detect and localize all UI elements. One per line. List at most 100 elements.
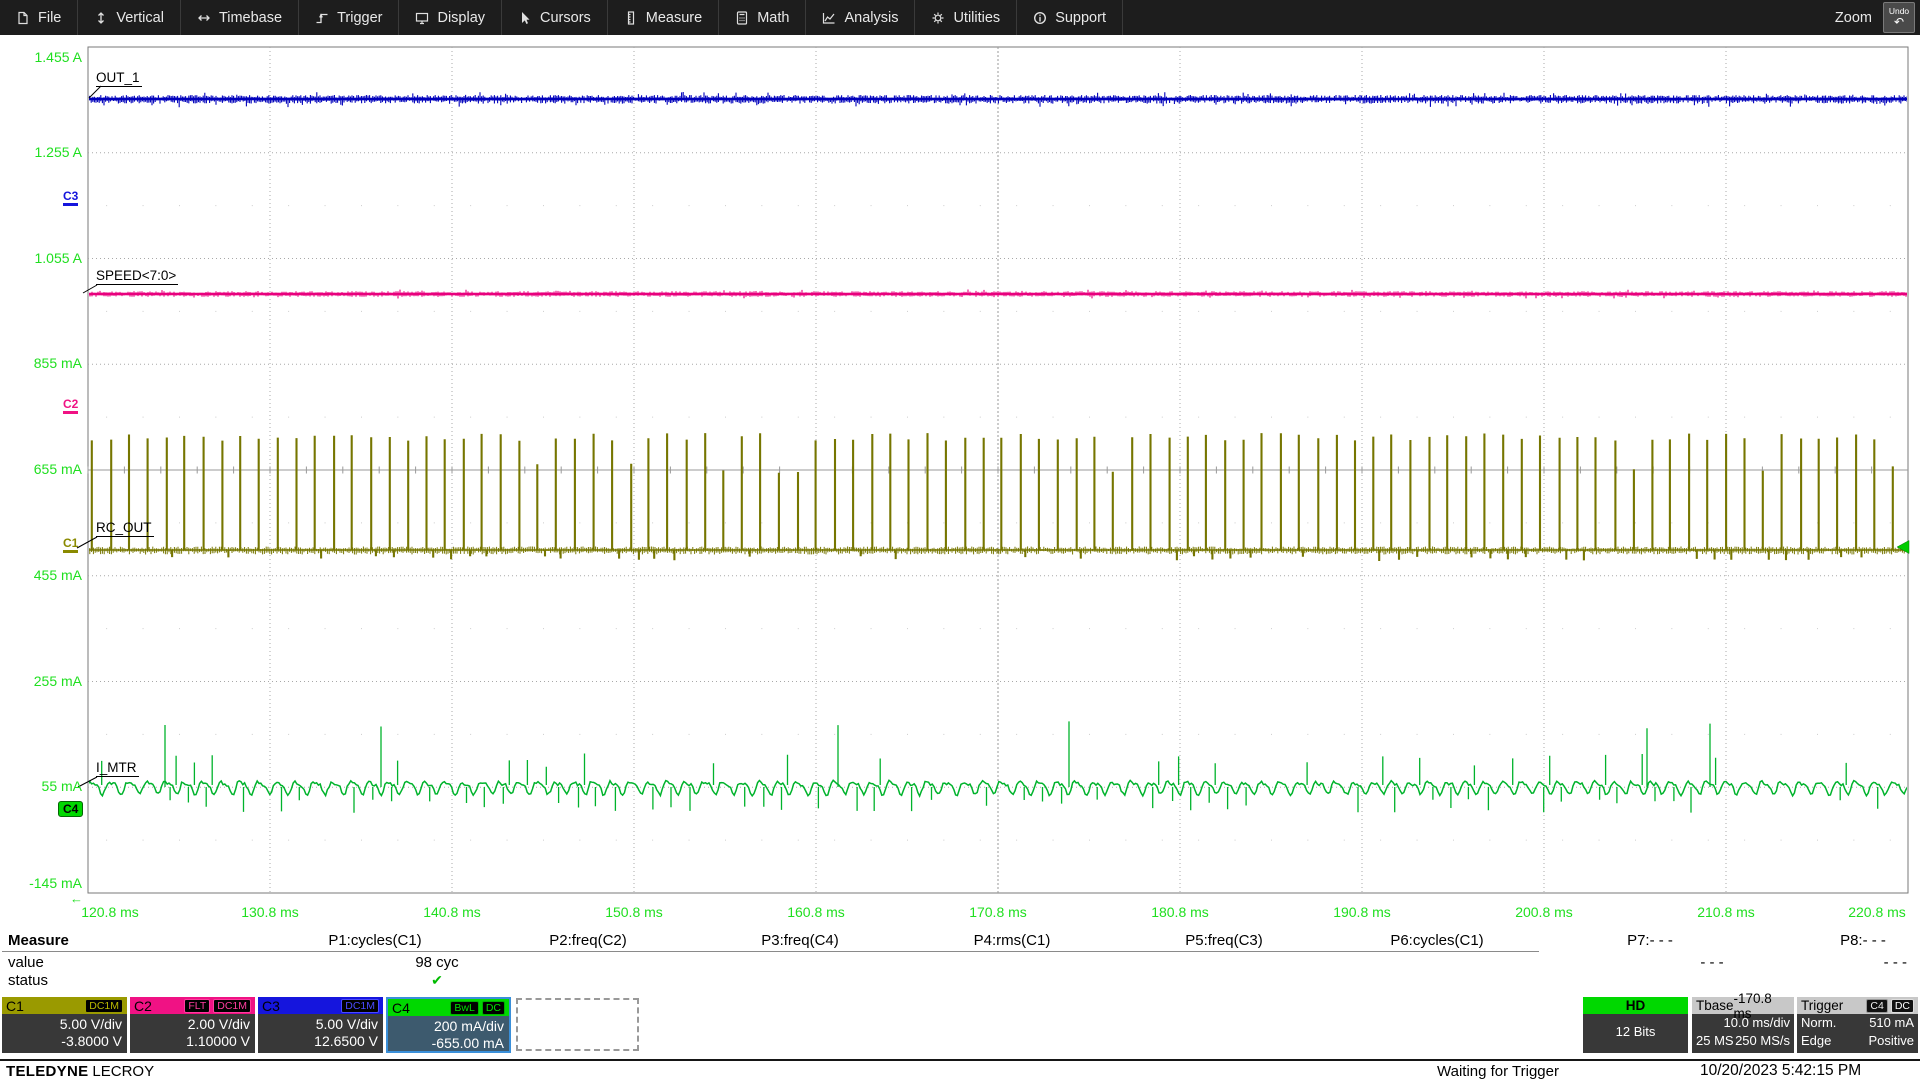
y-axis-label: 455 mA	[33, 567, 82, 583]
channel-marker-c4[interactable]: C4	[58, 801, 84, 817]
menu-item-trigger[interactable]: Trigger	[299, 0, 400, 35]
measure-p7-header[interactable]: P7:- - -	[1565, 932, 1735, 949]
c2-header: C2 FLT DC1M	[130, 997, 255, 1014]
y-axis-label: 55 mA	[41, 778, 82, 794]
c3-header: C3 DC1M	[258, 997, 383, 1014]
x-axis-label: 160.8 ms	[787, 904, 845, 920]
c2-filter-badge: FLT	[184, 998, 211, 1013]
timebase-title: Tbase	[1696, 998, 1734, 1013]
undo-arrow-icon: ↶	[1893, 15, 1905, 29]
menu-item-utilities[interactable]: Utilities	[915, 0, 1018, 35]
c2-coupling-badge: DC1M	[213, 998, 251, 1013]
measure-p4-header[interactable]: P4:rms(C1)	[927, 932, 1097, 949]
graticule-and-traces	[76, 46, 1910, 894]
calculator-icon	[737, 10, 748, 25]
measure-p1-header[interactable]: P1:cycles(C1)	[290, 932, 460, 949]
timebase-rate: 250 MS/s	[1735, 1033, 1790, 1048]
measure-p6-header[interactable]: P6:cycles(C1)	[1352, 932, 1522, 949]
x-axis-label: 190.8 ms	[1333, 904, 1391, 920]
menu-item-label: Math	[757, 9, 790, 26]
x-axis-label: 180.8 ms	[1151, 904, 1209, 920]
trace-label-speed: SPEED<7:0>	[96, 268, 179, 285]
empty-descriptor-slot[interactable]	[516, 998, 639, 1051]
y-axis-label: 855 mA	[33, 355, 82, 371]
menu-item-label: Trigger	[337, 9, 383, 26]
trend-chart-icon	[823, 12, 835, 24]
c4-offset: -655.00 mA	[431, 1035, 504, 1051]
trigger-edge-icon	[316, 12, 328, 23]
channel-descriptor-c1[interactable]: C1 DC1M 5.00 V/div -3.8000 V	[2, 997, 127, 1053]
x-axis-label: 140.8 ms	[423, 904, 481, 920]
menu-item-analysis[interactable]: Analysis	[806, 0, 916, 35]
channel-marker-c2[interactable]: C2	[63, 398, 78, 414]
measure-p8-value: - - -	[1883, 954, 1907, 971]
menu-item-label: Vertical	[116, 9, 164, 26]
c1-scale: 5.00 V/div	[59, 1016, 122, 1032]
measure-status-row-label: status	[8, 972, 49, 989]
c4-coupling-badge: DC	[481, 1000, 505, 1015]
monitor-icon	[416, 12, 429, 24]
undo-button[interactable]: Undo ↶	[1883, 2, 1915, 33]
trace-label-out1: OUT_1	[96, 70, 142, 87]
menu-item-label: File	[38, 9, 62, 26]
menu-item-timebase[interactable]: Timebase	[181, 0, 300, 35]
measure-p2-header[interactable]: P2:freq(C2)	[503, 932, 673, 949]
brand-logo: TELEDYNE LECROY	[6, 1063, 155, 1080]
c1-header: C1 DC1M	[2, 997, 127, 1014]
y-axis-label: 255 mA	[33, 673, 82, 689]
menu-item-support[interactable]: Support	[1017, 0, 1123, 35]
trace-label-rcout: RC_OUT	[96, 520, 154, 537]
channel-descriptor-c4[interactable]: C4 BwL DC 200 mA/div -655.00 mA	[386, 997, 511, 1053]
c4-bandwidth-badge: BwL	[450, 1000, 479, 1015]
menu-item-label: Support	[1055, 9, 1106, 26]
measure-p1-value: 98 cyc	[415, 954, 459, 971]
measure-p5-header[interactable]: P5:freq(C3)	[1139, 932, 1309, 949]
c2-offset: 1.10000 V	[186, 1033, 250, 1049]
c3-coupling-badge: DC1M	[341, 998, 379, 1013]
measure-p3-header[interactable]: P3:freq(C4)	[715, 932, 885, 949]
c4-header: C4 BwL DC	[388, 999, 509, 1016]
measure-p7-value: - - -	[1700, 954, 1724, 971]
x-axis-label: 170.8 ms	[969, 904, 1027, 920]
menu-item-label: Timebase	[218, 9, 283, 26]
y-axis-label: 655 mA	[33, 461, 82, 477]
x-axis-label: 210.8 ms	[1697, 904, 1755, 920]
waveform-display: 1.455 A 1.255 A 1.055 A 855 mA 655 mA 45…	[0, 35, 1920, 930]
c2-scale: 2.00 V/div	[187, 1016, 250, 1032]
channel-descriptor-c2[interactable]: C2 FLT DC1M 2.00 V/div 1.10000 V	[130, 997, 255, 1053]
menu-item-math[interactable]: Math	[719, 0, 807, 35]
horizontal-arrows-icon	[198, 14, 210, 21]
menu-item-display[interactable]: Display	[399, 0, 503, 35]
menu-item-file[interactable]: File	[0, 0, 79, 35]
channel-marker-c3[interactable]: C3	[63, 190, 78, 206]
measure-p8-header[interactable]: P8:- - -	[1778, 932, 1920, 949]
menu-item-vertical[interactable]: Vertical	[78, 0, 181, 35]
acquisition-status: Waiting for Trigger	[1437, 1063, 1559, 1080]
menu-item-label: Measure	[645, 9, 703, 26]
hd-header: HD	[1583, 997, 1688, 1014]
channel-marker-c1[interactable]: C1	[63, 537, 78, 553]
hd-resolution: 12 Bits	[1615, 1024, 1656, 1039]
cursor-pointer-icon	[522, 11, 530, 24]
gear-icon	[932, 12, 944, 23]
x-axis-label: 120.8 ms	[81, 904, 139, 920]
timebase-box[interactable]: Tbase -170.8 ms 10.0 ms/div 25 MS 250 MS…	[1692, 991, 1794, 1053]
trigger-level: 510 mA	[1869, 1015, 1914, 1030]
c1-offset: -3.8000 V	[61, 1033, 122, 1049]
menu-item-label: Cursors	[540, 9, 591, 26]
hd-mode-box[interactable]: HD 12 Bits	[1583, 997, 1688, 1053]
channel-descriptor-c3[interactable]: C3 DC1M 5.00 V/div 12.6500 V	[258, 997, 383, 1053]
x-axis-label: 130.8 ms	[241, 904, 299, 920]
datetime: 10/20/2023 5:42:15 PM	[1700, 1062, 1862, 1079]
zoom-label[interactable]: Zoom	[1835, 10, 1872, 26]
menu-item-cursors[interactable]: Cursors	[502, 0, 608, 35]
measure-value-row-label: value	[8, 954, 44, 971]
c3-scale: 5.00 V/div	[315, 1016, 378, 1032]
trigger-slope: Positive	[1868, 1033, 1914, 1048]
trigger-box[interactable]: Trigger C4 DC Norm. 510 mA Edge Positive	[1797, 997, 1918, 1053]
menu-item-label: Display	[437, 9, 486, 26]
menu-item-measure[interactable]: Measure	[608, 0, 720, 35]
menu-right-group: Zoom Undo ↶	[1835, 0, 1920, 35]
x-axis-label: 150.8 ms	[605, 904, 663, 920]
trigger-title: Trigger	[1801, 998, 1844, 1013]
